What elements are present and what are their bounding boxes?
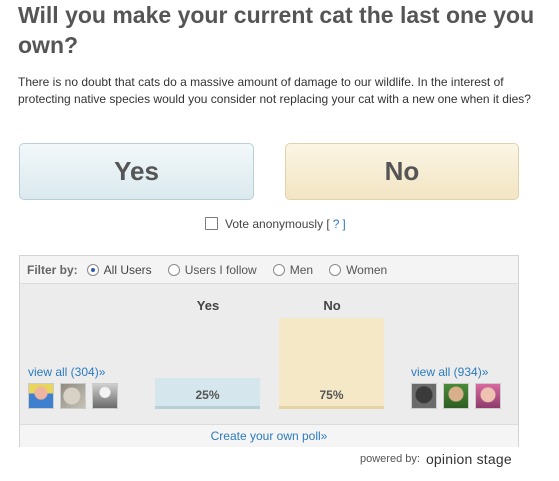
yes-view-all-link[interactable]: view all (304)» [28,365,105,379]
avatar[interactable] [411,383,437,409]
filter-men[interactable]: Men [272,263,313,277]
powered-by: powered by: opinion stage [360,451,512,467]
vote-yes-button[interactable]: Yes [19,143,254,200]
radio-icon[interactable] [329,263,342,276]
no-percent: 75% [319,388,344,402]
filter-bar: Filter by: All Users Users I follow Men … [20,256,518,284]
yes-percent: 25% [195,388,220,402]
anonymous-help-link[interactable]: ? [333,217,340,231]
results-panel: Filter by: All Users Users I follow Men … [19,255,519,447]
yes-result-bar: 25% [155,378,260,409]
avatar[interactable] [60,383,86,409]
vote-no-button[interactable]: No [285,143,519,200]
filter-women[interactable]: Women [329,263,387,277]
poll-description: There is no doubt that cats do a massive… [18,75,531,106]
avatar[interactable] [475,383,501,409]
anonymous-label-close: ] [342,216,346,231]
anonymous-checkbox[interactable] [205,217,218,230]
avatar[interactable] [92,383,118,409]
radio-icon[interactable] [167,263,180,276]
poll-title: Will you make your current cat the last … [18,2,535,58]
opinion-stage-logo[interactable]: opinion stage [426,451,512,467]
vote-anonymously-option[interactable]: Vote anonymously [ ? ] [205,216,346,231]
no-column-header: No [323,298,341,313]
radio-icon[interactable] [272,263,285,276]
yes-column-header: Yes [196,298,220,313]
no-view-all-link[interactable]: view all (934)» [411,365,488,379]
radio-icon[interactable] [86,263,99,276]
filter-all-users[interactable]: All Users [86,263,152,277]
filter-users-i-follow[interactable]: Users I follow [167,263,257,277]
avatar[interactable] [443,383,469,409]
filter-label: Filter by: [27,262,78,277]
powered-by-label: powered by: [360,453,420,465]
avatar[interactable] [28,383,54,409]
anonymous-label: Vote anonymously [ [225,216,330,231]
create-poll-link[interactable]: Create your own poll» [20,424,518,447]
no-result-bar: 75% [279,318,384,409]
no-voter-avatars [411,383,501,409]
yes-voter-avatars [28,383,118,409]
